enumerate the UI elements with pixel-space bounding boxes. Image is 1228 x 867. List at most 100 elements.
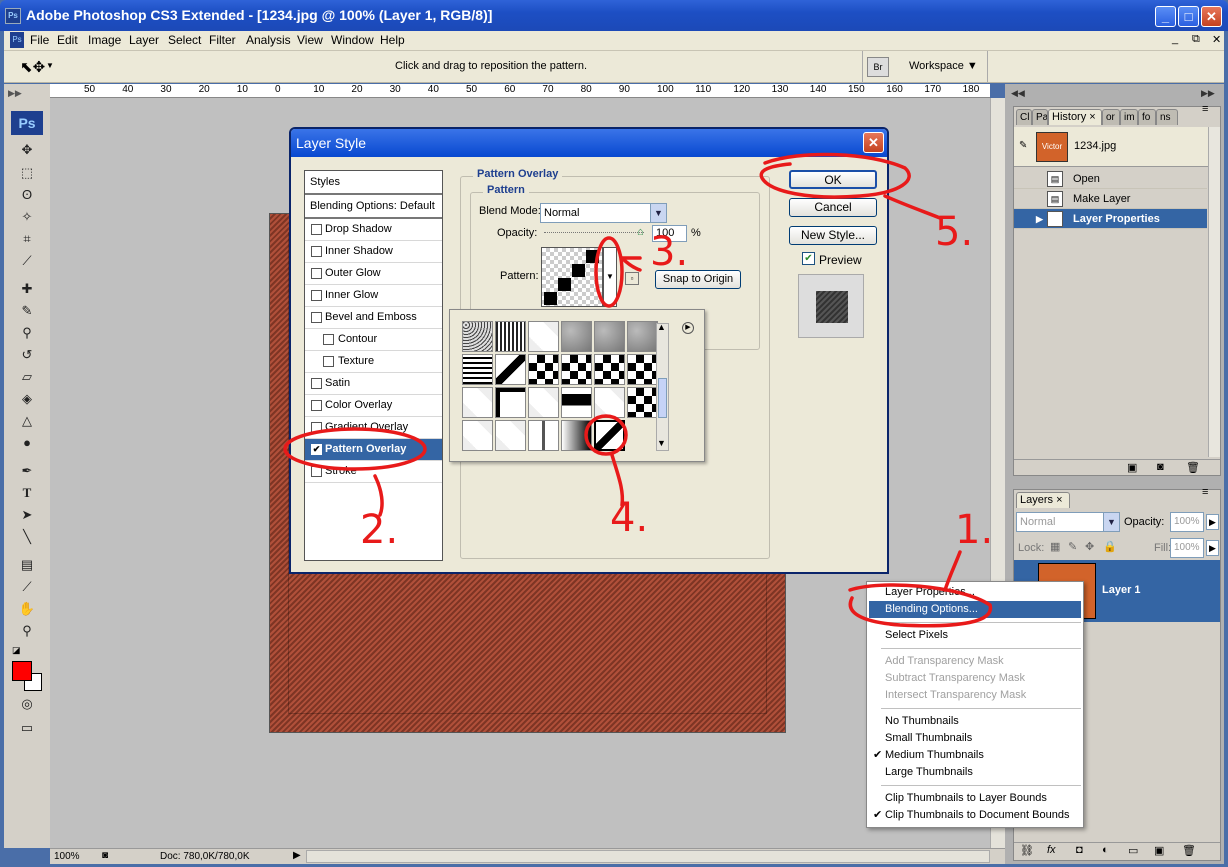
- opacity-slider-thumb-icon[interactable]: ⌂: [637, 226, 644, 238]
- doc-minimize-icon[interactable]: _: [1172, 33, 1178, 45]
- pattern-cell[interactable]: [528, 354, 559, 385]
- history-item-open[interactable]: ▤ Open: [1014, 169, 1207, 189]
- history-brush-icon[interactable]: ↺: [16, 345, 38, 365]
- pattern-cell[interactable]: [627, 354, 658, 385]
- pattern-cell[interactable]: [495, 354, 526, 385]
- workspace-button[interactable]: Workspace ▼: [909, 60, 978, 72]
- document-icon[interactable]: Ps: [10, 32, 24, 48]
- tab-layers[interactable]: Layers ×: [1016, 492, 1070, 508]
- checkbox[interactable]: [311, 466, 322, 477]
- new-style-button[interactable]: New Style...: [789, 226, 877, 245]
- opacity-slider[interactable]: [544, 232, 644, 234]
- picker-menu-arrow-icon[interactable]: ▶: [682, 322, 694, 334]
- context-item-select-pixels[interactable]: Select Pixels: [869, 627, 1081, 644]
- opacity-arrow-icon[interactable]: ▶: [1206, 514, 1219, 530]
- new-layer-icon[interactable]: ▣: [1154, 844, 1164, 857]
- trash-icon[interactable]: 🗑: [1182, 844, 1196, 857]
- pattern-cell[interactable]: [495, 321, 526, 352]
- pattern-cell[interactable]: [594, 387, 625, 418]
- pattern-cell[interactable]: [495, 387, 526, 418]
- bridge-icon[interactable]: Br: [867, 57, 889, 77]
- lock-all-icon[interactable]: 🔒: [1103, 540, 1117, 553]
- marquee-tool-icon[interactable]: ⬚: [16, 163, 38, 183]
- quick-mask-icon[interactable]: ◎: [16, 694, 38, 714]
- style-blending-options[interactable]: Blending Options: Default: [305, 195, 442, 219]
- doc-restore-icon[interactable]: ⧉: [1192, 33, 1200, 46]
- panel-menu-icon[interactable]: ≡: [1202, 103, 1208, 115]
- pattern-cell[interactable]: [561, 354, 592, 385]
- scroll-up-icon[interactable]: ▲: [657, 322, 666, 332]
- checkbox[interactable]: [323, 334, 334, 345]
- new-preset-icon[interactable]: ▫: [625, 272, 639, 285]
- status-icon[interactable]: ◙: [102, 850, 108, 861]
- pattern-cell[interactable]: [627, 387, 658, 418]
- tab-history[interactable]: History ×: [1048, 109, 1102, 125]
- pattern-preview[interactable]: [541, 247, 603, 307]
- pattern-cell[interactable]: [594, 354, 625, 385]
- brush-tool-icon[interactable]: ✎: [16, 301, 38, 321]
- pattern-cell[interactable]: [528, 387, 559, 418]
- preview-checkbox[interactable]: ✔: [802, 252, 815, 265]
- dialog-title-bar[interactable]: Layer Style: [291, 129, 887, 157]
- magic-wand-icon[interactable]: ✧: [16, 207, 38, 227]
- checkbox[interactable]: [311, 422, 322, 433]
- scroll-down-icon[interactable]: ▼: [657, 438, 666, 448]
- checkbox[interactable]: [311, 400, 322, 411]
- tab-actions[interactable]: ns: [1156, 109, 1178, 125]
- expand-dock-icon[interactable]: ▶▶: [1201, 88, 1215, 99]
- menu-layer[interactable]: Layer: [129, 33, 159, 47]
- window-title-bar[interactable]: Adobe Photoshop CS3 Extended - [1234.jpg…: [0, 0, 1228, 31]
- context-item-clip-thumbnails-to-document-bounds[interactable]: ✔ Clip Thumbnails to Document Bounds: [869, 807, 1081, 824]
- stamp-tool-icon[interactable]: ⚲: [16, 323, 38, 343]
- tab-swatches[interactable]: im: [1120, 109, 1138, 125]
- checkbox[interactable]: [311, 378, 322, 389]
- lock-image-icon[interactable]: ✎: [1068, 540, 1077, 553]
- menu-analysis[interactable]: Analysis: [246, 33, 291, 47]
- blend-mode-select[interactable]: Normal ▼: [540, 203, 667, 223]
- menu-file[interactable]: File: [30, 33, 49, 47]
- link-layers-icon[interactable]: ⛓: [1020, 844, 1034, 857]
- dodge-tool-icon[interactable]: ●: [16, 433, 38, 453]
- context-item-large-thumbnails[interactable]: Large Thumbnails: [869, 764, 1081, 781]
- move-tool-preset-icon[interactable]: ⬉✥: [20, 58, 45, 76]
- paint-bucket-icon[interactable]: ◈: [16, 389, 38, 409]
- pattern-cell[interactable]: [561, 420, 592, 451]
- style-outer-glow[interactable]: Outer Glow: [305, 263, 442, 285]
- maximize-icon[interactable]: □: [1178, 6, 1199, 27]
- layer-blend-mode-select[interactable]: Normal ▼: [1016, 512, 1120, 532]
- styles-header[interactable]: Styles: [305, 171, 442, 195]
- style-inner-shadow[interactable]: Inner Shadow: [305, 241, 442, 263]
- layer-mask-icon[interactable]: ◘: [1076, 844, 1083, 856]
- style-inner-glow[interactable]: Inner Glow: [305, 285, 442, 307]
- pattern-cell[interactable]: [594, 321, 625, 352]
- collapse-dock-icon[interactable]: ◀◀: [1011, 88, 1025, 99]
- move-tool-icon[interactable]: ✥: [16, 140, 38, 160]
- checkbox[interactable]: [311, 268, 322, 279]
- pattern-cell[interactable]: [462, 420, 493, 451]
- layer-style-fx-icon[interactable]: fx: [1047, 844, 1056, 856]
- menu-window[interactable]: Window: [331, 33, 374, 47]
- pattern-cell[interactable]: [627, 321, 658, 352]
- style-gradient-overlay[interactable]: Gradient Overlay: [305, 417, 442, 439]
- checkbox[interactable]: [311, 224, 322, 235]
- pen-tool-icon[interactable]: ✒: [16, 461, 38, 481]
- zoom-tool-icon[interactable]: ⚲: [16, 621, 38, 641]
- trash-icon[interactable]: 🗑: [1186, 461, 1200, 474]
- scroll-thumb[interactable]: [658, 378, 667, 418]
- pattern-cell[interactable]: [561, 387, 592, 418]
- context-item-medium-thumbnails[interactable]: ✔ Medium Thumbnails: [869, 747, 1081, 764]
- screen-mode-icon[interactable]: ▭: [16, 718, 38, 738]
- layer-opacity-field[interactable]: 100%: [1170, 512, 1204, 532]
- pattern-cell[interactable]: [462, 354, 493, 385]
- style-color-overlay[interactable]: Color Overlay: [305, 395, 442, 417]
- status-menu-arrow-icon[interactable]: ▶: [293, 850, 301, 861]
- pattern-cell[interactable]: [495, 420, 526, 451]
- horizontal-scrollbar[interactable]: [306, 850, 990, 863]
- eraser-tool-icon[interactable]: ▱: [16, 367, 38, 387]
- adjustment-layer-icon[interactable]: ◐: [1102, 844, 1109, 856]
- history-snapshot[interactable]: ✎ Victor 1234.jpg: [1014, 127, 1220, 167]
- context-item-no-thumbnails[interactable]: No Thumbnails: [869, 713, 1081, 730]
- tab-info[interactable]: fo: [1138, 109, 1156, 125]
- snapshot-camera-icon[interactable]: ◙: [1157, 461, 1164, 473]
- doc-close-icon[interactable]: ✕: [1212, 33, 1221, 46]
